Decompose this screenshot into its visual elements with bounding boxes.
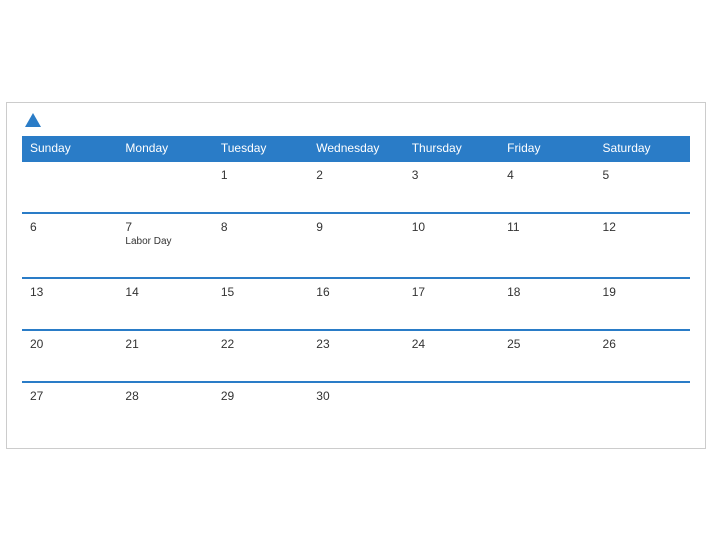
calendar-week-row: 20 21 22 23 24 25 26 <box>22 330 690 382</box>
weekday-header-friday: Friday <box>499 136 594 161</box>
calendar-cell: 24 <box>404 330 499 382</box>
weekday-header-row: SundayMondayTuesdayWednesdayThursdayFrid… <box>22 136 690 161</box>
calendar-cell: 17 <box>404 278 499 330</box>
logo-blue-text <box>22 113 41 128</box>
calendar-cell: 15 <box>213 278 308 330</box>
weekday-header-thursday: Thursday <box>404 136 499 161</box>
calendar-cell: 20 <box>22 330 117 382</box>
calendar-cell: 21 <box>117 330 212 382</box>
day-number: 25 <box>507 337 586 351</box>
weekday-header-monday: Monday <box>117 136 212 161</box>
day-number: 8 <box>221 220 300 234</box>
calendar-cell <box>404 382 499 433</box>
calendar-cell: 3 <box>404 161 499 213</box>
calendar-cell: 10 <box>404 213 499 278</box>
calendar-cell: 5 <box>595 161 690 213</box>
calendar-thead: SundayMondayTuesdayWednesdayThursdayFrid… <box>22 136 690 161</box>
calendar-cell: 29 <box>213 382 308 433</box>
calendar-cell: 18 <box>499 278 594 330</box>
day-number: 9 <box>316 220 395 234</box>
calendar-cell: 25 <box>499 330 594 382</box>
day-number: 11 <box>507 220 586 234</box>
day-number: 17 <box>412 285 491 299</box>
calendar-week-row: 6 7 Labor Day 8 9 10 11 12 <box>22 213 690 278</box>
day-number: 20 <box>30 337 109 351</box>
day-number: 26 <box>603 337 682 351</box>
day-number: 27 <box>30 389 109 403</box>
day-number: 3 <box>412 168 491 182</box>
day-number: 22 <box>221 337 300 351</box>
calendar-cell: 27 <box>22 382 117 433</box>
day-event: Labor Day <box>125 236 204 247</box>
day-number: 30 <box>316 389 395 403</box>
day-number: 1 <box>221 168 300 182</box>
day-number: 13 <box>30 285 109 299</box>
calendar-week-row: 1 2 3 4 5 <box>22 161 690 213</box>
calendar-cell: 14 <box>117 278 212 330</box>
calendar-cell: 22 <box>213 330 308 382</box>
logo-triangle-icon <box>25 113 41 127</box>
day-number: 5 <box>603 168 682 182</box>
day-number: 7 <box>125 220 204 234</box>
day-number: 4 <box>507 168 586 182</box>
calendar-cell: 19 <box>595 278 690 330</box>
calendar-header <box>22 113 690 128</box>
calendar-week-row: 27 28 29 30 <box>22 382 690 433</box>
calendar-cell: 16 <box>308 278 403 330</box>
calendar-cell: 12 <box>595 213 690 278</box>
calendar-cell: 23 <box>308 330 403 382</box>
weekday-header-sunday: Sunday <box>22 136 117 161</box>
day-number: 18 <box>507 285 586 299</box>
weekday-header-tuesday: Tuesday <box>213 136 308 161</box>
day-number: 16 <box>316 285 395 299</box>
day-number: 6 <box>30 220 109 234</box>
calendar-cell: 13 <box>22 278 117 330</box>
calendar-week-row: 13 14 15 16 17 18 19 <box>22 278 690 330</box>
day-number: 19 <box>603 285 682 299</box>
day-number: 24 <box>412 337 491 351</box>
calendar-cell <box>117 161 212 213</box>
calendar-container: SundayMondayTuesdayWednesdayThursdayFrid… <box>6 102 706 449</box>
calendar-cell: 28 <box>117 382 212 433</box>
day-number: 28 <box>125 389 204 403</box>
weekday-header-saturday: Saturday <box>595 136 690 161</box>
day-number: 23 <box>316 337 395 351</box>
calendar-cell <box>595 382 690 433</box>
day-number: 14 <box>125 285 204 299</box>
calendar-cell: 4 <box>499 161 594 213</box>
calendar-cell: 9 <box>308 213 403 278</box>
weekday-header-wednesday: Wednesday <box>308 136 403 161</box>
logo <box>22 113 41 128</box>
calendar-cell <box>499 382 594 433</box>
calendar-cell: 8 <box>213 213 308 278</box>
calendar-table: SundayMondayTuesdayWednesdayThursdayFrid… <box>22 136 690 433</box>
calendar-cell: 11 <box>499 213 594 278</box>
day-number: 15 <box>221 285 300 299</box>
calendar-cell: 2 <box>308 161 403 213</box>
calendar-cell: 7 Labor Day <box>117 213 212 278</box>
day-number: 10 <box>412 220 491 234</box>
calendar-cell: 6 <box>22 213 117 278</box>
calendar-cell <box>22 161 117 213</box>
day-number: 29 <box>221 389 300 403</box>
day-number: 12 <box>603 220 682 234</box>
day-number: 21 <box>125 337 204 351</box>
calendar-cell: 30 <box>308 382 403 433</box>
calendar-tbody: 1234567Labor Day891011121314151617181920… <box>22 161 690 433</box>
day-number: 2 <box>316 168 395 182</box>
calendar-cell: 1 <box>213 161 308 213</box>
calendar-cell: 26 <box>595 330 690 382</box>
